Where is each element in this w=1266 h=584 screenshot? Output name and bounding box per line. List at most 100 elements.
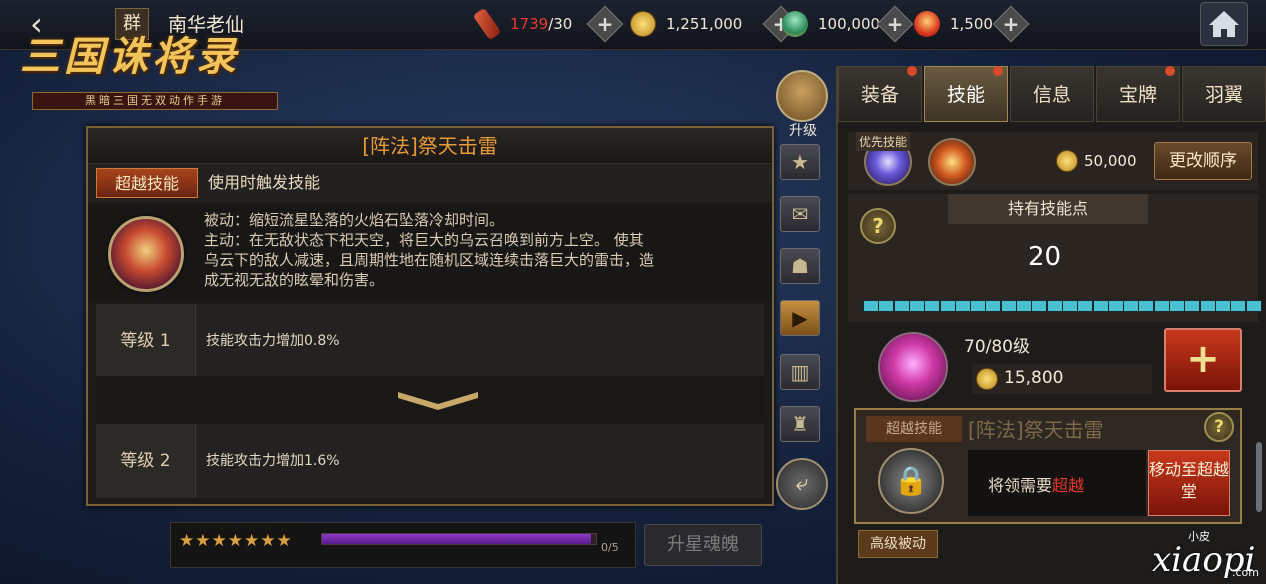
- add-ingot-button[interactable]: +: [992, 5, 1030, 43]
- star-icon[interactable]: ★: [780, 144, 820, 180]
- skill-points-label: 持有技能点: [948, 194, 1148, 224]
- expand-area[interactable]: [96, 376, 764, 422]
- skill-upgrade-orb-icon: [878, 332, 948, 402]
- skill-upgrade-row: 70/80级 15,800 +: [848, 328, 1258, 402]
- ingot-value: 1,500: [950, 15, 993, 33]
- ingot-icon: [914, 11, 940, 37]
- skill-points-box: 持有技能点 ? 20: [848, 194, 1262, 322]
- helmet-icon[interactable]: ♜: [780, 406, 820, 442]
- coin-icon: [1056, 150, 1078, 172]
- play-icon[interactable]: ▶: [780, 300, 820, 336]
- soul-progress-fill: [322, 534, 591, 544]
- skill-description-text: 被动：缩短流星坠落的火焰石坠落冷却时间。 主动：在无敌状态下祀天空，将巨大的乌云…: [204, 210, 764, 290]
- desc-line: 乌云下的敌人减速，且周期性地在随机区域连续击落巨大的雷击，造: [204, 251, 655, 269]
- points-segment: [1032, 301, 1047, 311]
- tab-wings[interactable]: 羽翼: [1182, 66, 1266, 122]
- move-to-transcend-hall-button[interactable]: 移动至超越堂: [1148, 450, 1230, 516]
- upgrade-star-button[interactable]: 升星魂魄: [644, 524, 762, 566]
- level-row-2: 等级 2 技能攻击力增加1.6%: [96, 424, 764, 498]
- tab-bar: 装备 技能 信息 宝牌 羽翼: [838, 66, 1266, 124]
- points-segment: [1001, 301, 1016, 311]
- points-segment: [1078, 301, 1093, 311]
- lock-icon: 🔒: [878, 448, 944, 514]
- points-segment: [1062, 301, 1077, 311]
- level-label: 等级 1: [96, 304, 196, 378]
- upgrade-icon[interactable]: [776, 70, 828, 122]
- jade-value: 100,000: [818, 15, 881, 33]
- skill-orb-icon: [108, 216, 184, 292]
- watermark-domain: .com: [1232, 566, 1259, 579]
- jade-icon: [782, 11, 808, 37]
- tab-skills[interactable]: 技能: [924, 66, 1008, 122]
- right-panel: 装备 技能 信息 宝牌 羽翼 优先技能 50,000 更改顺序 持有技能点 ? …: [836, 66, 1266, 584]
- add-stamina-button[interactable]: +: [586, 5, 624, 43]
- transcend-skill-name: [阵法]祭天击雷: [968, 418, 1104, 442]
- points-segment: [1185, 301, 1200, 311]
- tab-equipment[interactable]: 装备: [838, 66, 922, 122]
- chat-icon[interactable]: ✉: [780, 196, 820, 232]
- desc-line: 被动：缩短流星坠落的火焰石坠落冷却时间。: [204, 211, 505, 229]
- priority-cost: 50,000: [1084, 152, 1137, 170]
- logo-title: 三国诛将录: [20, 33, 240, 80]
- points-segment: [1139, 301, 1154, 311]
- star-progress-bar: ★★★★★★★ 0/5: [170, 522, 636, 568]
- points-segment: [1200, 301, 1215, 311]
- side-menu: 升级 ★ ✉ ☗ ▶ ▥ ♜ ⤶: [776, 64, 828, 524]
- points-segment: [940, 301, 955, 311]
- points-segment: [1215, 301, 1230, 311]
- skill-points-bar: [862, 300, 1262, 312]
- ranking-icon[interactable]: ▥: [780, 354, 820, 390]
- resource-stamina: 1739/30 +: [472, 5, 624, 43]
- tab-label: 装备: [860, 84, 899, 106]
- tab-treasure[interactable]: 宝牌: [1096, 66, 1180, 122]
- transcend-tag: 超越技能: [866, 416, 962, 442]
- soul-progress-track: [321, 533, 597, 545]
- notification-dot: [993, 66, 1003, 76]
- points-segment: [909, 301, 924, 311]
- points-segment: [894, 301, 909, 311]
- skill-detail-panel: [阵法]祭天击雷 超越技能 使用时触发技能 被动：缩短流星坠落的火焰石坠落冷却时…: [86, 126, 774, 506]
- game-logo: 三国诛将录 黑暗三国无双动作手游: [20, 24, 282, 114]
- tab-label: 技能: [946, 84, 985, 106]
- chevron-down-icon[interactable]: [396, 390, 480, 412]
- skill-upgrade-button[interactable]: +: [1164, 328, 1242, 392]
- desc-line: 主动：在无敌状态下祀天空，将巨大的乌云召唤到前方上空。 使其: [204, 231, 644, 249]
- skill-description: 被动：缩短流星坠落的火焰石坠落冷却时间。 主动：在无敌状态下祀天空，将巨大的乌云…: [88, 204, 772, 300]
- coin-icon: [976, 368, 998, 390]
- priority-skill-row: 优先技能 50,000 更改顺序: [848, 132, 1258, 190]
- help-icon[interactable]: ?: [860, 208, 896, 244]
- desc-line: 成无视无敌的眩晕和伤害。: [204, 271, 385, 289]
- help-icon[interactable]: ?: [1204, 412, 1234, 442]
- reorder-button[interactable]: 更改顺序: [1154, 142, 1252, 180]
- add-jade-button[interactable]: +: [876, 5, 914, 43]
- points-segment: [1231, 301, 1246, 311]
- skill-type-row: 超越技能 使用时触发技能: [88, 164, 772, 202]
- points-segment: [1108, 301, 1123, 311]
- scrollbar[interactable]: [1256, 442, 1262, 512]
- soul-count: 0/5: [601, 541, 619, 554]
- tab-label: 信息: [1032, 84, 1071, 106]
- watermark-logo: 小皮 xiaopi .com: [1152, 526, 1262, 580]
- points-segment: [1093, 301, 1108, 311]
- advanced-passive-tag[interactable]: 高级被动: [858, 530, 938, 558]
- profile-icon[interactable]: ☗: [780, 248, 820, 284]
- resource-copper: 1,251,000 +: [630, 5, 800, 43]
- scroll-icon: [472, 7, 502, 41]
- star-rating-icon: ★★★★★★★: [179, 531, 293, 551]
- points-segment: [1017, 301, 1031, 311]
- tab-label: 宝牌: [1118, 84, 1157, 106]
- stamina-value: 1739: [510, 15, 549, 33]
- share-icon[interactable]: ⤶: [776, 458, 828, 510]
- tab-info[interactable]: 信息: [1010, 66, 1094, 122]
- notification-dot: [1165, 66, 1175, 76]
- upgrade-label: 升级: [789, 123, 817, 139]
- points-segment: [1154, 301, 1169, 311]
- stamina-max: /30: [548, 15, 573, 33]
- points-segment: [1170, 301, 1184, 311]
- resource-ingot: 1,500 +: [914, 5, 1030, 43]
- home-button[interactable]: [1200, 2, 1248, 46]
- requirement-prefix: 将领需要: [988, 476, 1053, 495]
- points-segment: [955, 301, 970, 311]
- skill-points-value: 20: [1028, 242, 1062, 272]
- priority-skill-icon[interactable]: [928, 138, 976, 186]
